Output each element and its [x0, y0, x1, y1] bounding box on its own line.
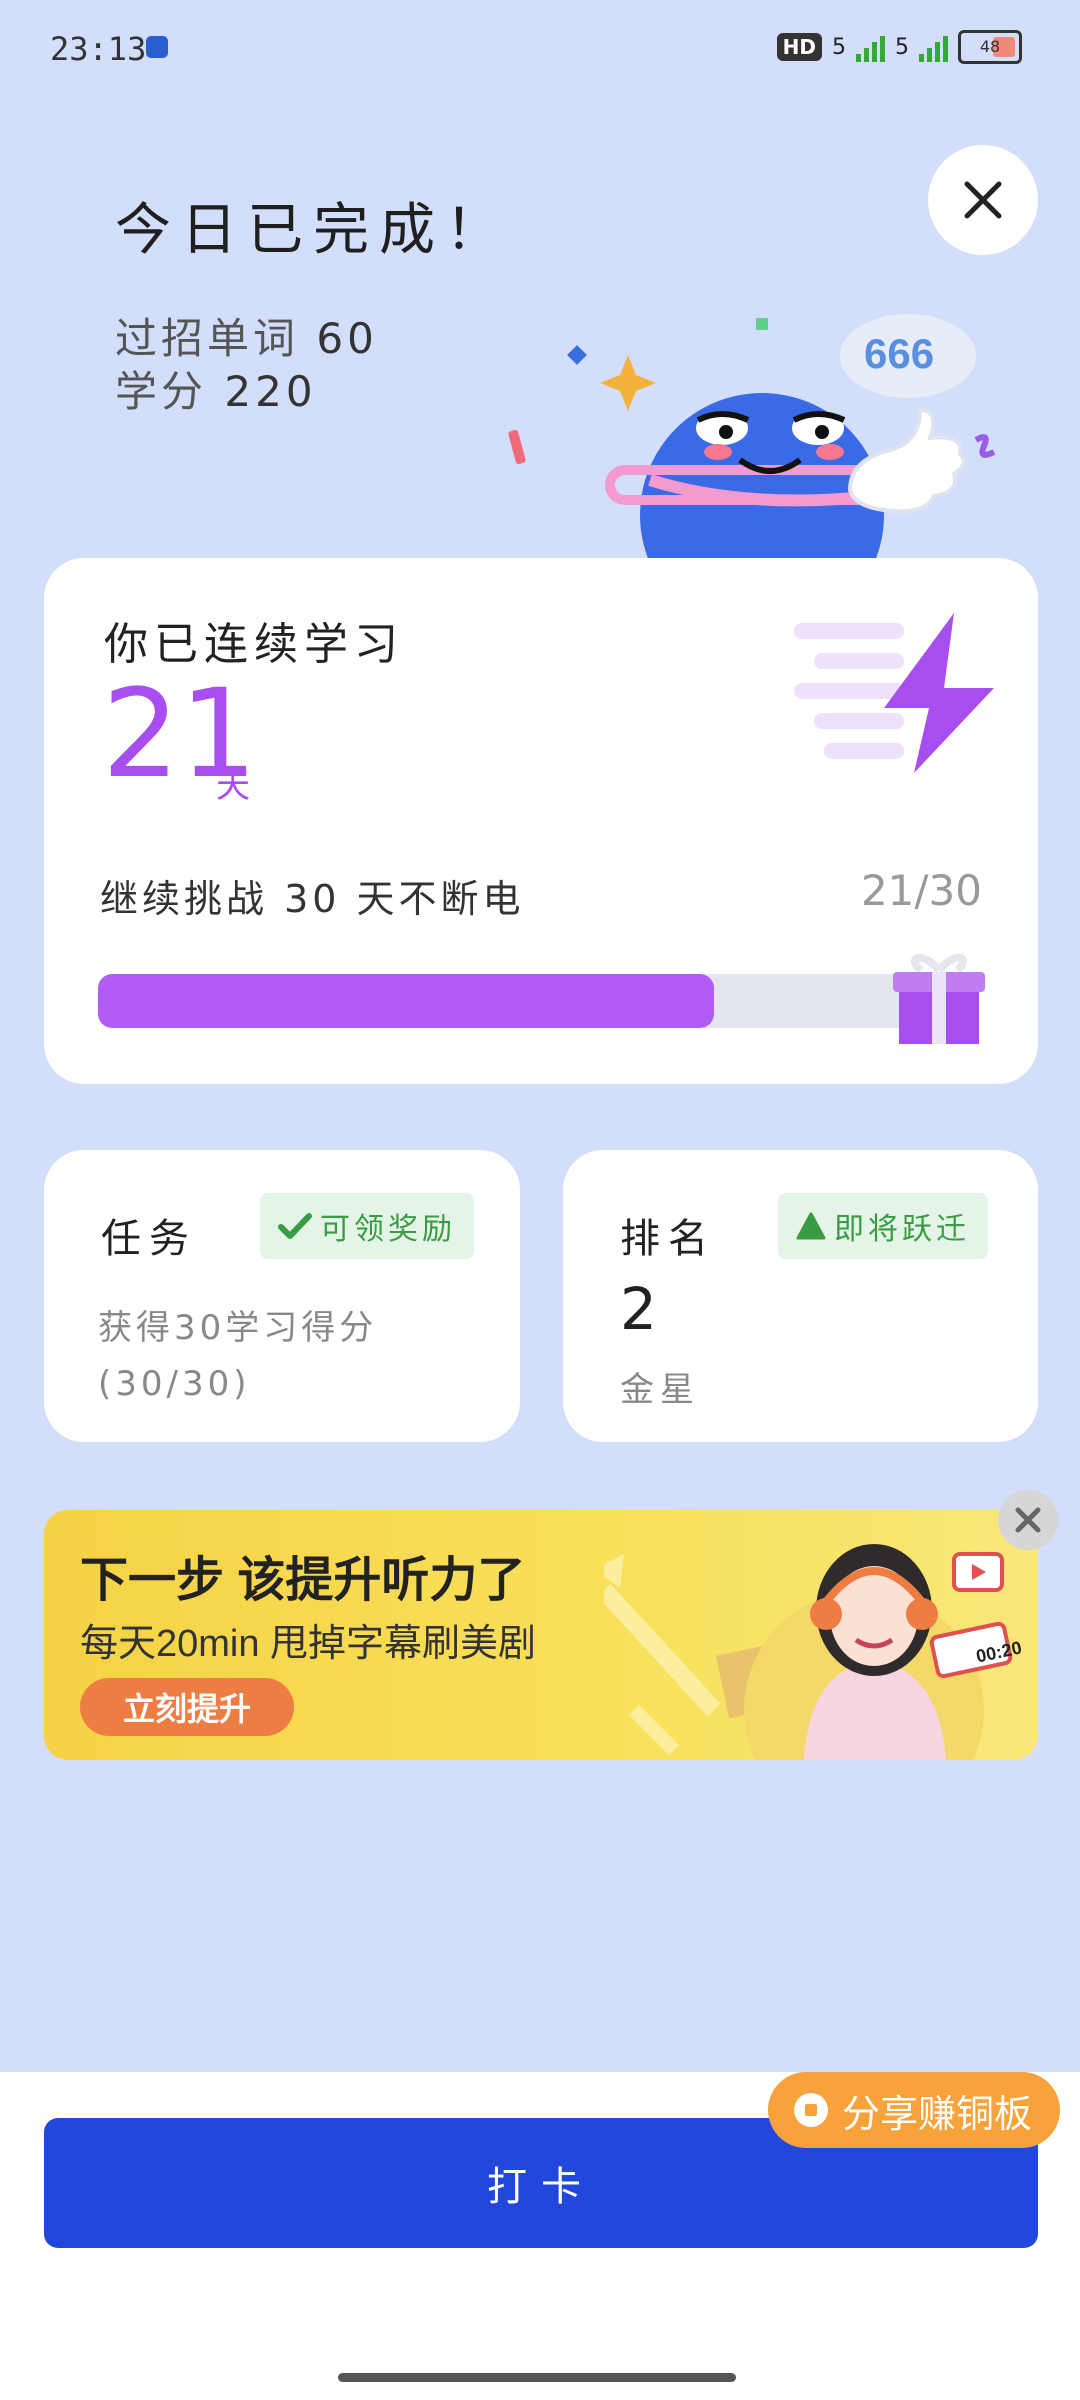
close-icon: [1015, 1507, 1041, 1533]
lightning-icon: [794, 613, 994, 773]
mascot-illustration: [508, 314, 996, 565]
words-label: 过招单词: [115, 314, 300, 363]
streak-progress-fill: [98, 974, 714, 1028]
triangle-up-icon: [796, 1212, 826, 1240]
banner-close-button[interactable]: [998, 1490, 1058, 1550]
streak-progress-bar: [98, 974, 978, 1028]
hd-icon: HD: [776, 33, 822, 61]
signal-icon: [856, 32, 885, 62]
task-badge-label: 可领奖励: [320, 1212, 456, 1247]
task-card[interactable]: 任务 可领奖励 获得30学习得分 (30/30): [44, 1150, 520, 1442]
mascot-speech-bubble: 666: [864, 330, 935, 377]
share-earn-button[interactable]: 分享赚铜板: [768, 2072, 1060, 2148]
rank-title: 排名: [620, 1216, 716, 1262]
banner-title: 下一步 该提升听力了: [80, 1554, 526, 1607]
streak-card: 你已连续学习 21 天 继续挑战 30 天不断电 21/30: [44, 558, 1038, 1084]
challenge-text: 继续挑战 30 天不断电: [100, 877, 525, 921]
task-reward-badge[interactable]: 可领奖励: [260, 1193, 474, 1259]
banner-illustration: [604, 1544, 1013, 1760]
close-icon: [964, 181, 1002, 219]
credits-value: 220: [224, 367, 317, 416]
gift-icon[interactable]: [889, 948, 989, 1048]
signal-icon: [919, 32, 948, 62]
task-desc-line: 获得30学习得分: [98, 1308, 378, 1348]
share-earn-label: 分享赚铜板: [842, 2093, 1033, 2136]
task-description: 获得30学习得分 (30/30): [98, 1300, 377, 1412]
check-icon: [278, 1213, 312, 1239]
page-title: 今日已完成！: [115, 198, 511, 263]
home-indicator[interactable]: [338, 2373, 736, 2382]
coin-icon: [794, 2093, 828, 2127]
rank-value: 2: [620, 1275, 657, 1343]
words-stat: 过招单词 60: [115, 305, 378, 366]
network-label-2: 5: [895, 34, 909, 60]
status-icons: HD 5 5 48: [776, 30, 1022, 64]
credits-label: 学分: [115, 367, 208, 416]
status-time: 23:13: [50, 30, 147, 68]
listening-promo-banner[interactable]: 00:20 下一步 该提升听力了 每天20min 甩掉字幕刷美剧 立刻提升: [44, 1510, 1038, 1760]
words-value: 60: [316, 314, 378, 363]
rank-card[interactable]: 排名 即将跃迁 2 金星: [563, 1150, 1038, 1442]
app-notification-icon: [146, 36, 168, 58]
challenge-progress: 21/30: [860, 866, 982, 915]
rank-tier: 金星: [620, 1370, 700, 1410]
banner-subtitle: 每天20min 甩掉字幕刷美剧: [80, 1623, 537, 1665]
credits-stat: 学分 220: [115, 358, 317, 419]
rank-badge: 即将跃迁: [778, 1193, 988, 1259]
task-title: 任务: [101, 1216, 197, 1262]
rank-badge-label: 即将跃迁: [834, 1212, 970, 1247]
close-button[interactable]: [928, 145, 1038, 255]
task-desc-progress: (30/30): [98, 1364, 251, 1404]
battery-icon: 48: [958, 30, 1022, 64]
improve-now-button[interactable]: 立刻提升: [80, 1678, 294, 1736]
network-label-1: 5: [832, 34, 846, 60]
streak-unit: 天: [216, 766, 250, 806]
